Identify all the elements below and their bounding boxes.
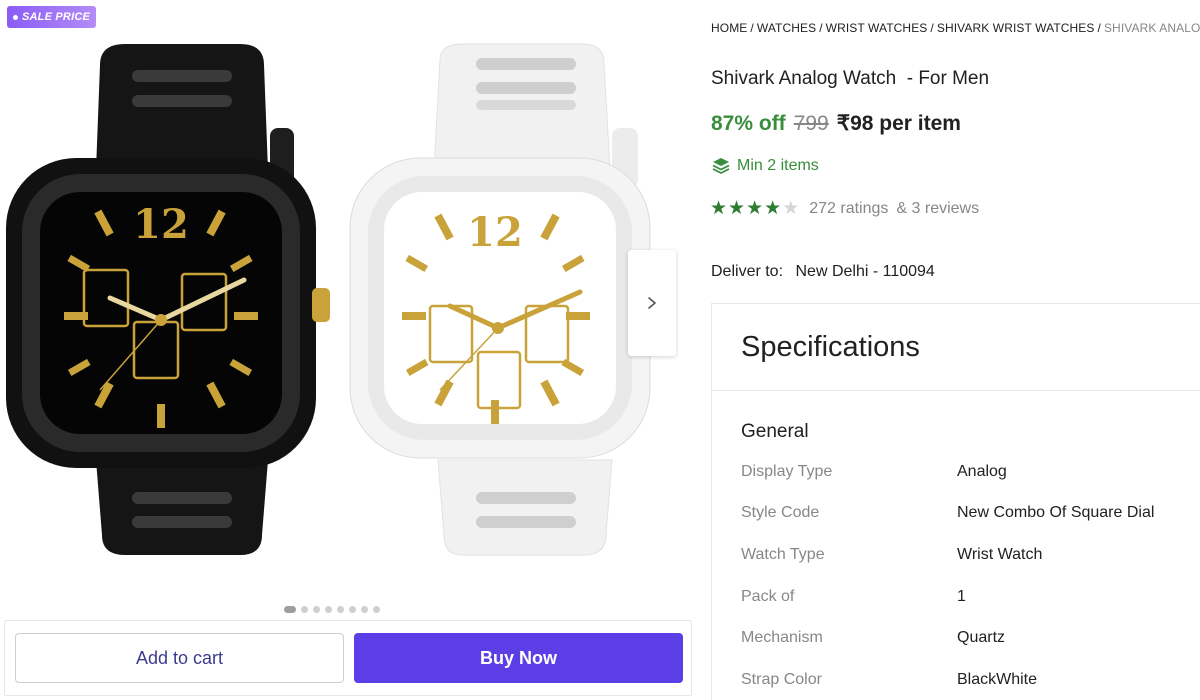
specifications-card: Specifications General Display Type Anal… — [711, 303, 1200, 700]
spec-key: Style Code — [741, 504, 820, 521]
ratings-count: 272 ratings — [809, 199, 889, 217]
spec-value: Wrist Watch — [957, 546, 1043, 563]
spec-row: Style Code New Combo Of Square Dial — [741, 504, 1200, 522]
spec-group-heading: General — [741, 421, 809, 442]
breadcrumb-shivark-wrist-watches[interactable]: SHIVARK WRIST WATCHES — [937, 21, 1095, 35]
badge-dot-icon — [13, 14, 18, 20]
sale-price-badge: SALE PRICE — [7, 6, 97, 28]
spec-key: Display Type — [741, 463, 833, 480]
rating-row[interactable]: ★ ★ ★ ★ ★ 272 ratings & 3 reviews — [710, 199, 979, 218]
purchase-actions: Add to cart Buy Now — [4, 620, 692, 696]
star-icon: ★ — [710, 198, 728, 219]
spec-row: Pack of 1 — [741, 588, 1200, 606]
breadcrumb-home[interactable]: HOME — [711, 21, 747, 35]
selling-price: ₹98 per item — [836, 112, 961, 135]
specifications-title: Specifications — [741, 331, 920, 363]
pagination-dot[interactable] — [349, 606, 356, 613]
pagination-dot[interactable] — [313, 606, 320, 613]
spec-value: 1 — [957, 588, 966, 605]
product-gallery: SALE PRICE 12 12 Add to cart Buy Now — [0, 0, 700, 700]
discount-percent: 87% off — [711, 112, 786, 135]
next-image-button[interactable] — [628, 250, 676, 356]
product-title: Shivark Analog Watch - For Men — [711, 68, 990, 89]
add-to-cart-button[interactable]: Add to cart — [15, 633, 344, 683]
deliver-to-label: Deliver to: — [711, 263, 784, 280]
star-rating: ★ ★ ★ ★ ★ — [710, 199, 799, 218]
pagination-dot[interactable] — [337, 606, 344, 613]
spec-row: Watch Type Wrist Watch — [741, 546, 1200, 564]
buy-now-button[interactable]: Buy Now — [354, 633, 683, 683]
product-details: HOME / WATCHES / WRIST WATCHES / SHIVARK WRIST… — [700, 0, 1200, 700]
spec-value: BlackWhite — [957, 671, 1038, 688]
star-icon: ★ — [782, 198, 800, 219]
spec-value: Quartz — [957, 629, 1006, 646]
spec-value: Analog — [957, 463, 1007, 480]
min-items-note: Min 2 items — [711, 157, 819, 175]
price-row: 87% off 799 ₹98 per item — [711, 111, 961, 136]
product-image[interactable]: 12 12 — [0, 30, 700, 590]
spec-key: Mechanism — [741, 629, 823, 646]
black-dial-numeral: 12 — [133, 201, 189, 248]
spec-key: Strap Color — [741, 671, 822, 688]
pagination-dot[interactable] — [301, 606, 308, 613]
pagination-dot[interactable] — [373, 606, 380, 613]
layers-icon — [712, 158, 730, 174]
original-price: 799 — [793, 112, 829, 135]
spec-value: New Combo Of Square Dial — [957, 504, 1155, 521]
breadcrumb-current: SHIVARK ANALO — [1103, 21, 1200, 35]
min-items-label: Min 2 items — [737, 157, 819, 174]
white-watch: 12 — [349, 43, 651, 556]
spec-key: Watch Type — [741, 546, 825, 563]
reviews-count: & 3 reviews — [896, 199, 980, 217]
pagination-dot[interactable] — [361, 606, 368, 613]
star-icon: ★ — [764, 198, 782, 219]
star-icon: ★ — [728, 198, 746, 219]
delivery-pincode: New Delhi - 110094 — [795, 263, 935, 280]
spec-row: Strap Color BlackWhite — [741, 671, 1200, 689]
star-icon: ★ — [746, 198, 764, 219]
pagination-dot[interactable] — [284, 606, 296, 613]
breadcrumb-wrist-watches[interactable]: WRIST WATCHES — [826, 21, 928, 35]
image-pagination-dots — [284, 606, 380, 613]
delivery-location[interactable]: Deliver to: New Delhi - 110094 — [711, 263, 935, 281]
sale-badge-label: SALE PRICE — [22, 11, 91, 23]
chevron-right-icon — [648, 297, 656, 309]
spec-key: Pack of — [741, 588, 795, 605]
black-watch: 12 — [6, 44, 330, 555]
breadcrumb-watches[interactable]: WATCHES — [757, 21, 816, 35]
white-dial-numeral: 12 — [467, 209, 523, 256]
divider — [712, 390, 1200, 391]
breadcrumb: HOME / WATCHES / WRIST WATCHES / SHIVARK WRIST… — [711, 21, 1200, 35]
spec-row: Display Type Analog — [741, 463, 1200, 481]
pagination-dot[interactable] — [325, 606, 332, 613]
spec-row: Mechanism Quartz — [741, 629, 1200, 647]
